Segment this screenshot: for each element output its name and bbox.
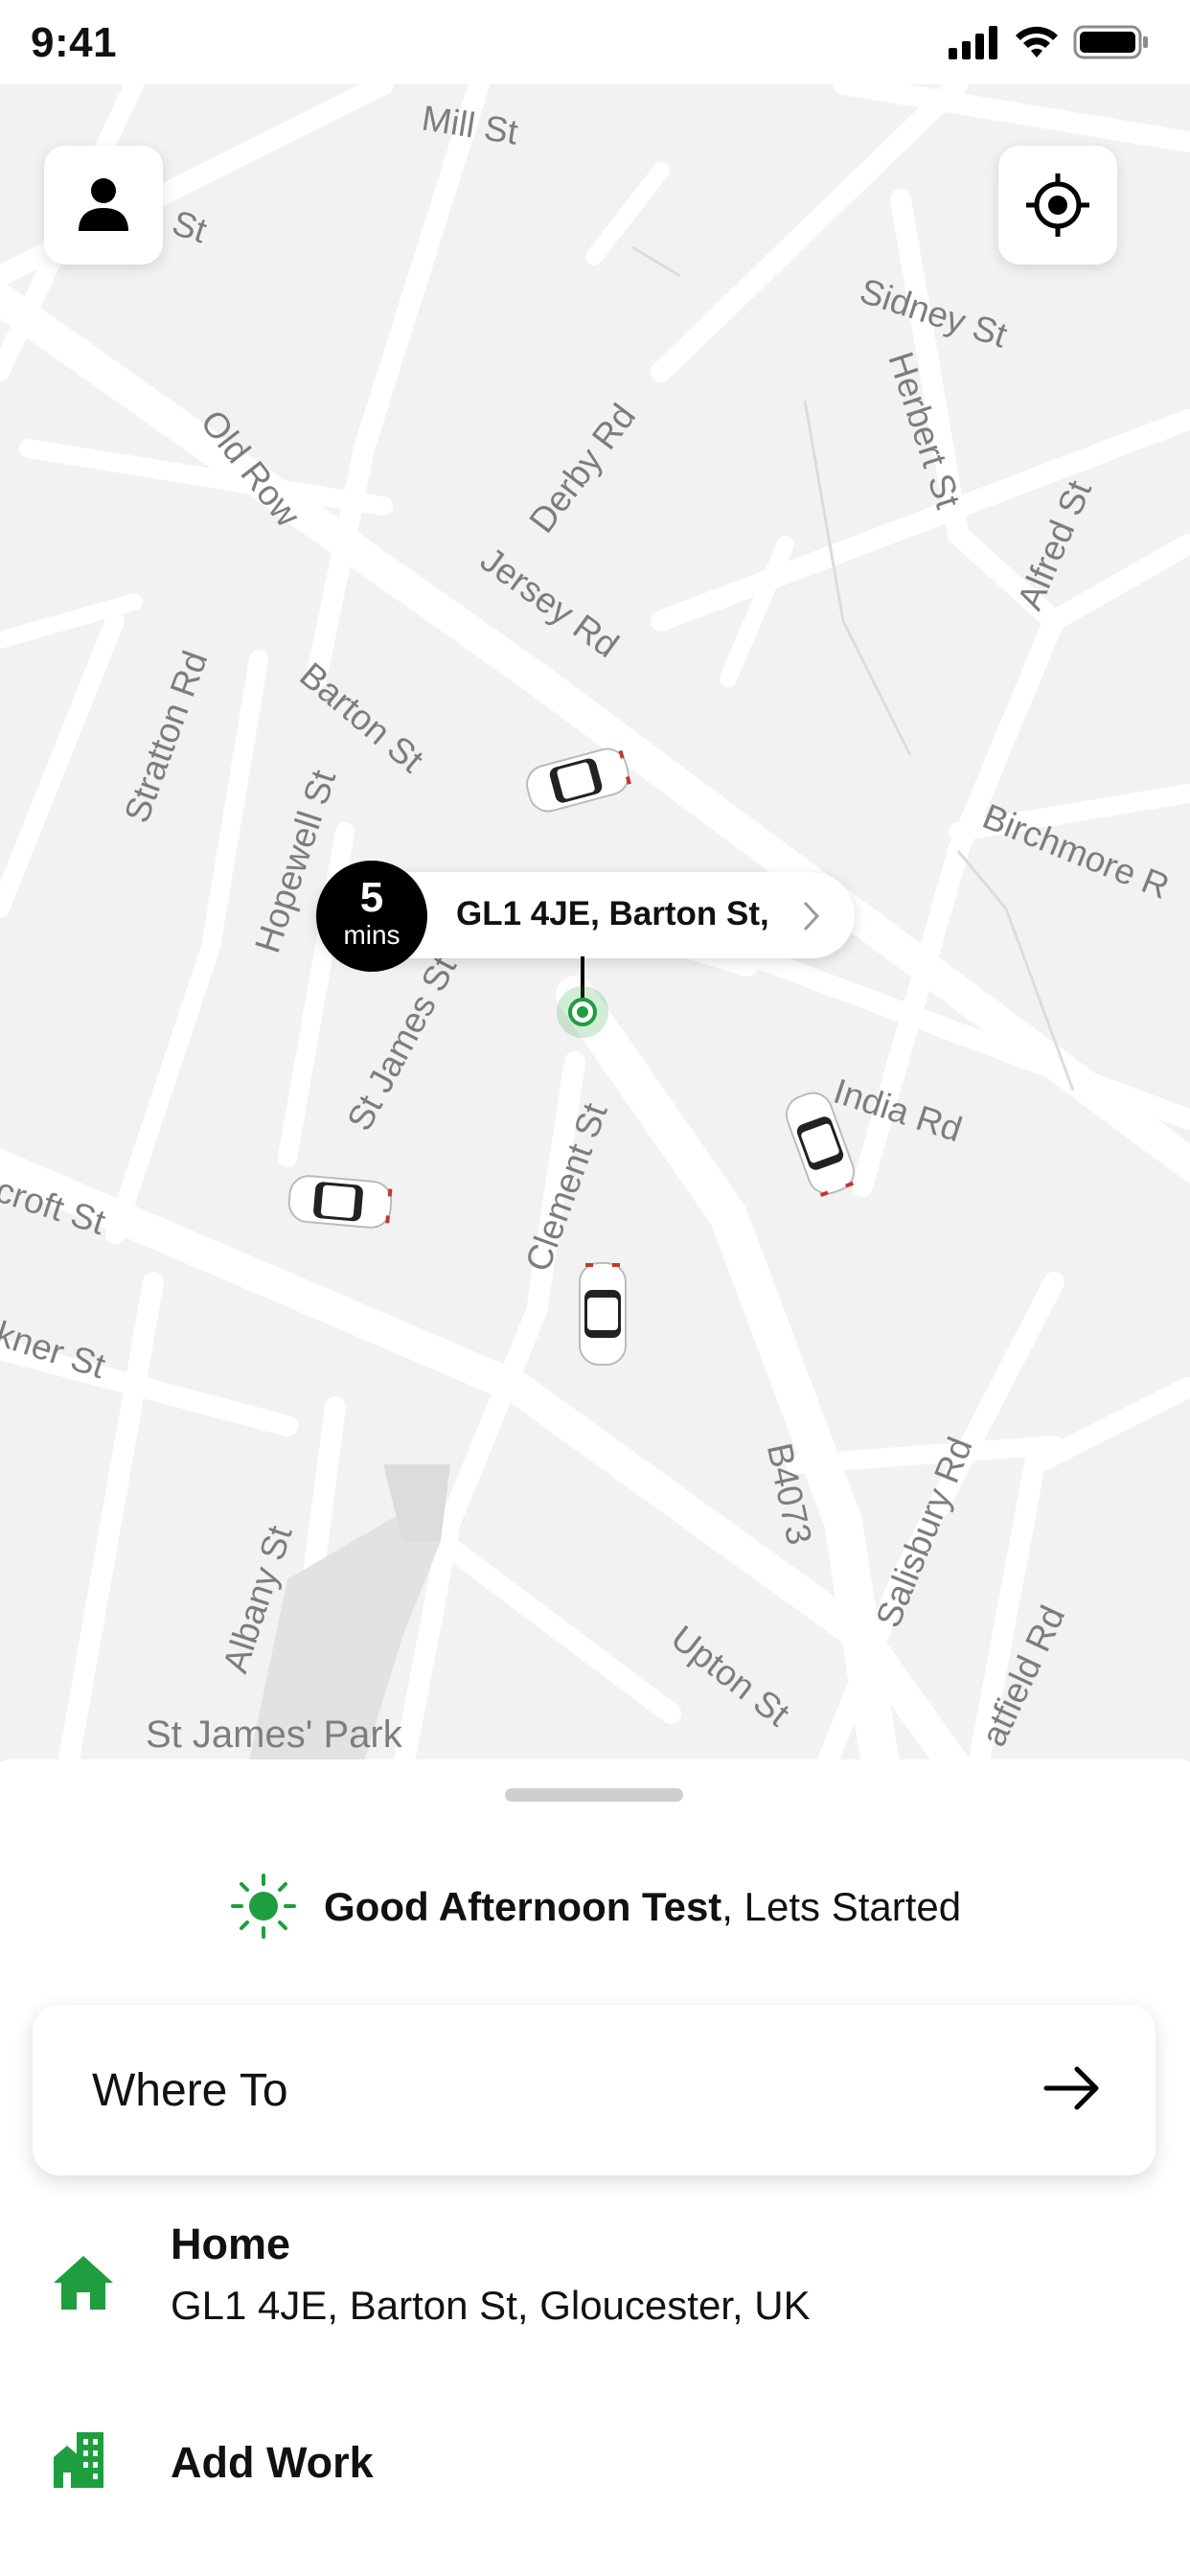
car-icon	[287, 1175, 393, 1229]
where-to-label: Where To	[92, 2065, 288, 2116]
greeting-rest: , Lets Started	[721, 1884, 962, 1929]
pickup-address: GL1 4JE, Barton St,	[456, 895, 769, 932]
status-bar: 9:41	[0, 0, 1190, 84]
status-icons	[947, 23, 1157, 61]
wifi-icon	[1016, 26, 1058, 58]
eta-value: 5	[359, 874, 384, 921]
where-to-input[interactable]: Where To	[33, 2005, 1156, 2175]
map-view[interactable]: Mill St Sidney St Old Row Derby Rd Jerse…	[0, 84, 1190, 1761]
saved-place-title: Home	[171, 2220, 291, 2268]
add-work-button[interactable]: Add Work	[0, 2430, 1190, 2526]
arrow-right-icon[interactable]	[1042, 2064, 1102, 2112]
greeting-text: Good Afternoon Test, Lets Started	[324, 1884, 961, 1930]
chevron-right-icon	[803, 901, 820, 932]
eta-unit: mins	[343, 920, 400, 950]
sun-icon	[231, 1874, 296, 1939]
work-building-icon	[54, 2432, 103, 2488]
car-icon	[579, 1262, 627, 1366]
saved-place-home[interactable]: Home GL1 4JE, Barton St, Gloucester, UK	[0, 2220, 1190, 2363]
crosshair-location-icon	[1026, 173, 1089, 237]
street-label: St James' Park	[146, 1714, 402, 1756]
saved-place-address: GL1 4JE, Barton St, Gloucester, UK	[171, 2283, 811, 2328]
recenter-location-button[interactable]	[998, 146, 1117, 264]
battery-icon	[1073, 25, 1148, 59]
greeting-bold: Good Afternoon Test	[324, 1884, 722, 1929]
user-icon	[79, 178, 128, 231]
bottom-sheet: Good Afternoon Test, Lets Started Where …	[0, 1760, 1190, 2576]
profile-button[interactable]	[44, 146, 163, 264]
cellular-signal-icon	[949, 26, 997, 59]
home-icon	[54, 2256, 113, 2310]
sheet-grabber-handle[interactable]	[505, 1788, 683, 1802]
eta-badge: 5 mins	[316, 861, 427, 972]
pickup-pin-icon	[557, 986, 608, 1038]
saved-place-title: Add Work	[171, 2438, 374, 2487]
status-time: 9:41	[31, 19, 118, 66]
